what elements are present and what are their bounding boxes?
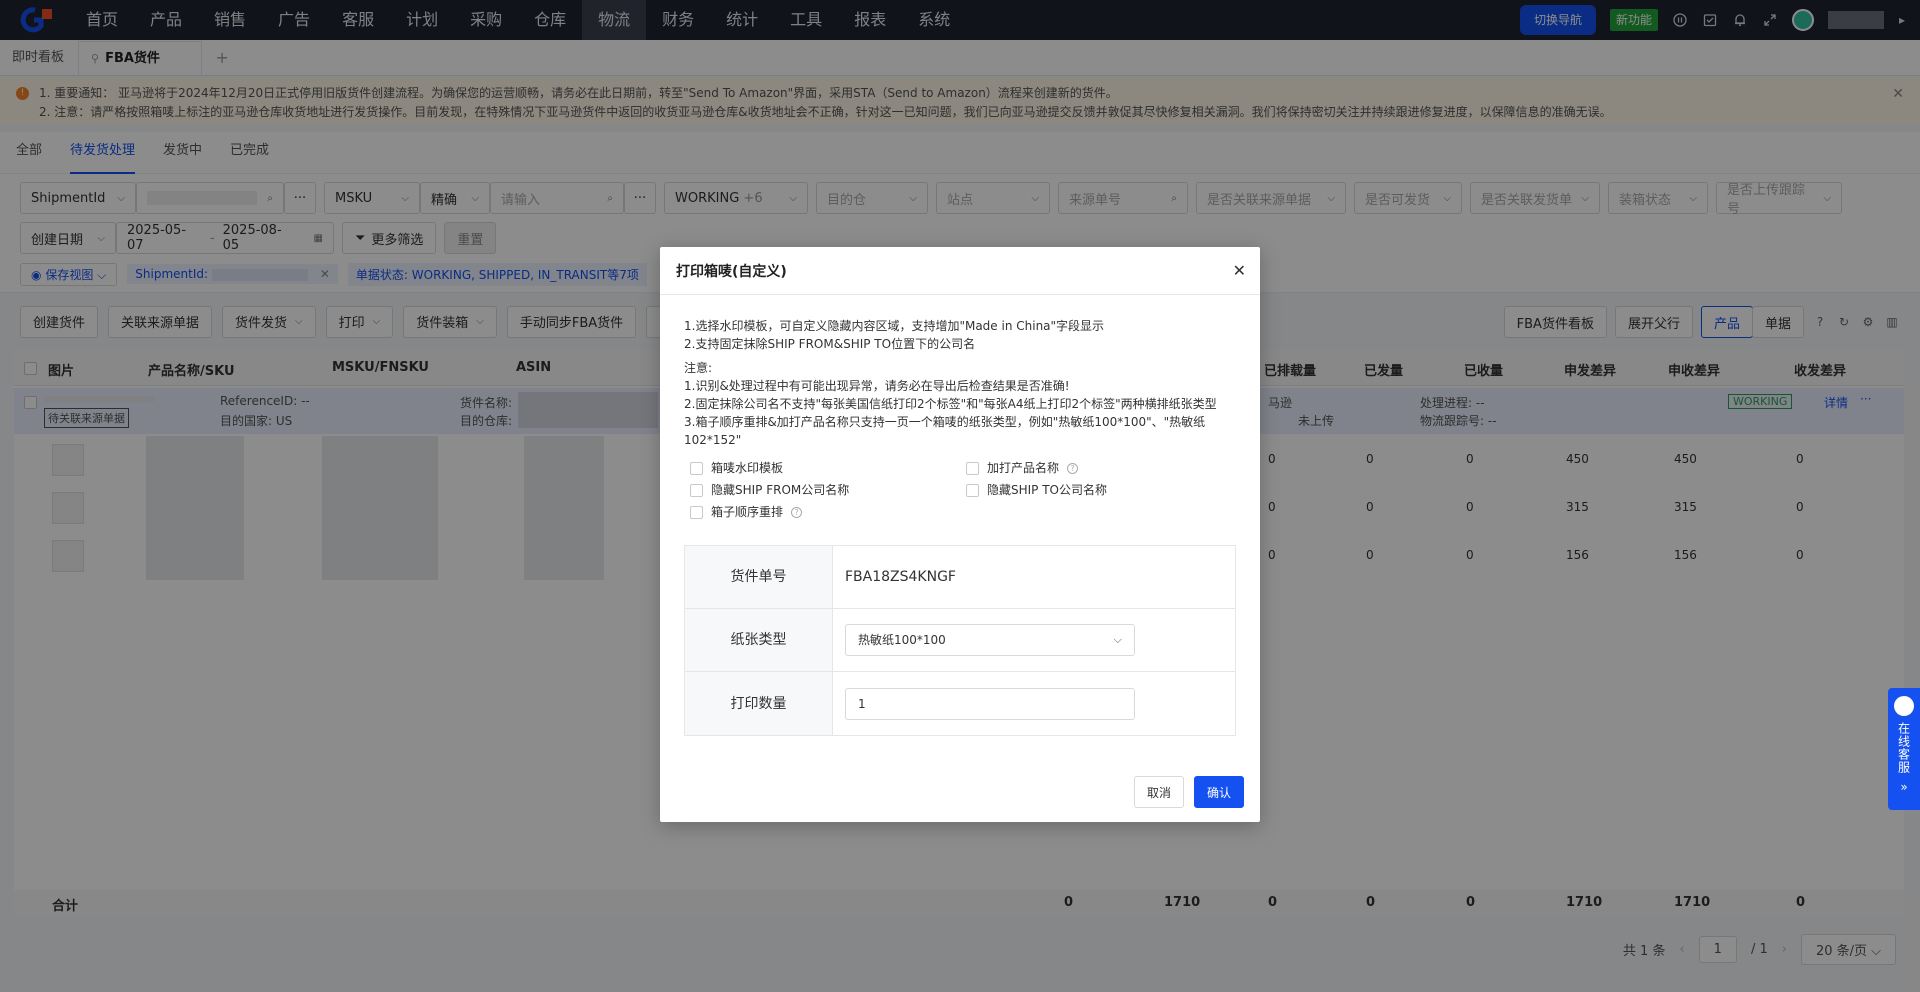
hide-ship-to-checkbox[interactable]: 隐藏SHIP TO公司名称	[966, 481, 1206, 499]
dialog-intro-2: 2.支持固定抹除SHIP FROM&SHIP TO位置下的公司名	[684, 337, 976, 351]
service-label: 在线客服	[1896, 722, 1911, 774]
reorder-boxes-checkbox[interactable]: 箱子顺序重排?	[690, 503, 966, 521]
online-service-widget[interactable]: 在线客服 »	[1888, 688, 1920, 810]
note-title: 注意:	[684, 361, 713, 375]
help-icon[interactable]: ?	[791, 506, 803, 518]
shipment-no-label: 货件单号	[685, 546, 833, 608]
print-product-name-checkbox[interactable]: 加打产品名称?	[966, 459, 1206, 477]
note-1: 1.识别&处理过程中有可能出现异常，请务必在导出后检查结果是否准确!	[684, 379, 1070, 393]
note-2: 2.固定抹除公司名不支持"每张美国信纸打印2个标签"和"每张A4纸上打印2个标签…	[684, 397, 1217, 411]
dialog-title: 打印箱唛(自定义)	[660, 247, 1260, 295]
close-icon[interactable]: ✕	[1233, 261, 1246, 280]
paper-type-label: 纸张类型	[685, 609, 833, 671]
print-form: 货件单号 FBA18ZS4KNGF 纸张类型 热敏纸100*100 ⌵ 打印数量…	[684, 545, 1236, 736]
confirm-button[interactable]: 确认	[1193, 776, 1244, 808]
double-chevron-right-icon[interactable]: »	[1900, 780, 1907, 794]
hide-ship-from-checkbox[interactable]: 隐藏SHIP FROM公司名称	[690, 481, 966, 499]
print-qty-label: 打印数量	[685, 672, 833, 735]
help-icon[interactable]: ?	[1067, 462, 1079, 474]
option-checkboxes: 箱唛水印模板 加打产品名称? 隐藏SHIP FROM公司名称 隐藏SHIP TO…	[684, 459, 1236, 521]
print-label-dialog: 打印箱唛(自定义) ✕ 1.选择水印模板，可自定义隐藏内容区域，支持增加"Mad…	[660, 247, 1260, 822]
cancel-button[interactable]: 取消	[1133, 776, 1184, 808]
watermark-template-checkbox[interactable]: 箱唛水印模板	[690, 459, 966, 477]
note-3: 3.箱子顺序重排&加打产品名称只支持一页一个箱唛的纸张类型，例如"热敏纸100*…	[684, 415, 1206, 447]
dialog-intro-1: 1.选择水印模板，可自定义隐藏内容区域，支持增加"Made in China"字…	[684, 319, 1105, 333]
paper-type-select[interactable]: 热敏纸100*100 ⌵	[845, 624, 1135, 656]
chevron-down-icon: ⌵	[1113, 633, 1122, 646]
chat-icon	[1894, 696, 1914, 716]
print-qty-input[interactable]: 1	[845, 687, 1135, 720]
shipment-no-value: FBA18ZS4KNGF	[845, 569, 956, 585]
